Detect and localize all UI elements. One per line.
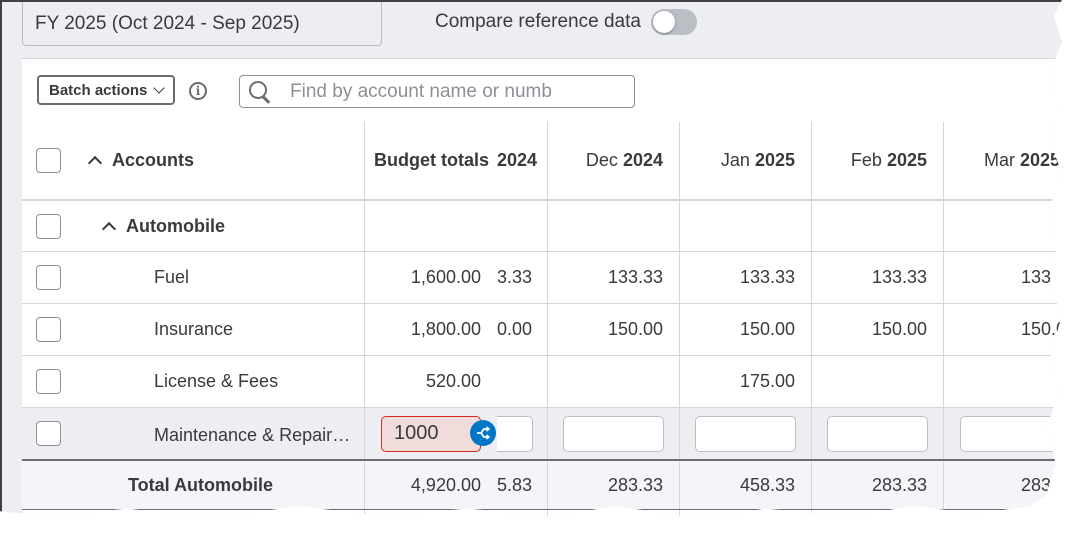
account-name: Insurance bbox=[154, 319, 234, 339]
month-cell[interactable]: 175.00 bbox=[680, 356, 812, 407]
table-row: Insurance 1,800.00 0.00 150.00 150.00 15… bbox=[22, 304, 1062, 356]
month-input-dec[interactable] bbox=[563, 415, 664, 452]
mar-2025-header: Mar 2025 bbox=[984, 150, 1061, 170]
distribute-icon[interactable] bbox=[470, 420, 496, 446]
month-cell[interactable]: 150.00 bbox=[680, 304, 812, 355]
row-checkbox[interactable] bbox=[36, 520, 61, 527]
chevron-down-icon bbox=[153, 82, 166, 94]
total-month-cell: 283.33 bbox=[812, 461, 944, 509]
budget-total-cell[interactable]: 1,800.00 bbox=[365, 304, 497, 355]
account-name: Maintenance & Repair… bbox=[154, 425, 351, 445]
table-row: License & Fees 520.00 175.00 bbox=[22, 356, 1062, 408]
fiscal-year-select[interactable]: FY 2025 (Oct 2024 - Sep 2025) bbox=[22, 2, 382, 46]
budget-total-cell[interactable]: 1,600.00 bbox=[365, 252, 497, 303]
group-toggle[interactable]: Automobile bbox=[101, 216, 225, 237]
month-input-nov[interactable] bbox=[497, 416, 533, 452]
account-name: License & Fees bbox=[154, 371, 279, 391]
month-input-jan[interactable] bbox=[695, 415, 796, 452]
month-input-feb[interactable] bbox=[827, 415, 928, 452]
total-month-cell: 458.33 bbox=[680, 461, 812, 509]
search-input[interactable] bbox=[288, 79, 622, 104]
month-cell[interactable] bbox=[812, 356, 944, 407]
month-cell[interactable]: 133.33 bbox=[944, 252, 1062, 303]
table-row-next bbox=[22, 510, 1062, 527]
total-budget-cell: 4,920.00 bbox=[410, 474, 481, 495]
month-cell[interactable]: 150.00 bbox=[944, 304, 1062, 355]
batch-actions-label: Batch actions bbox=[49, 81, 148, 99]
total-month-cell: 283.33 bbox=[548, 461, 680, 509]
month-input-mar[interactable] bbox=[960, 416, 1061, 452]
compare-reference-toggle[interactable] bbox=[650, 9, 697, 35]
compare-reference-label: Compare reference data bbox=[435, 11, 641, 32]
table-header: Accounts Budget totals 2024 Dec 2024 Jan… bbox=[22, 122, 1062, 201]
toolbar: Batch actions i bbox=[22, 59, 1062, 122]
budget-panel: Batch actions i Accounts Budget totals bbox=[22, 58, 1062, 527]
month-cell[interactable]: 0.00 bbox=[497, 304, 548, 355]
chevron-up-icon bbox=[101, 221, 117, 236]
dec-2024-header: Dec 2024 bbox=[585, 150, 663, 170]
month-cell[interactable] bbox=[497, 356, 548, 407]
total-month-cell: 283.33 bbox=[1020, 474, 1062, 495]
split-arrows-icon bbox=[477, 426, 491, 440]
month-cell[interactable]: 133.33 bbox=[548, 252, 680, 303]
batch-actions-button[interactable]: Batch actions bbox=[37, 75, 176, 105]
compare-reference-toggle-group: Compare reference data bbox=[435, 8, 697, 36]
toggle-knob bbox=[652, 11, 675, 33]
account-search bbox=[239, 75, 635, 108]
table-row-total: Total Automobile 4,920.00 5.83 283.33 45… bbox=[22, 461, 1062, 510]
account-name: Fuel bbox=[154, 267, 190, 287]
nov-2024-header: 2024 bbox=[497, 150, 538, 170]
month-cell[interactable]: 150.00 bbox=[548, 304, 680, 355]
search-icon bbox=[248, 80, 272, 104]
chevron-up-icon bbox=[87, 155, 103, 171]
accounts-column-header[interactable]: Accounts bbox=[87, 150, 194, 171]
month-cell[interactable] bbox=[944, 356, 1062, 407]
budget-total-cell[interactable]: 520.00 bbox=[365, 356, 497, 407]
month-cell[interactable]: 133.33 bbox=[680, 252, 812, 303]
info-icon[interactable]: i bbox=[189, 82, 207, 100]
budget-editor-window: FY 2025 (Oct 2024 - Sep 2025) Compare re… bbox=[0, 0, 1062, 527]
feb-2025-header: Feb 2025 bbox=[850, 150, 927, 170]
jan-2025-header: Jan 2025 bbox=[720, 150, 795, 170]
budget-totals-header: Budget totals bbox=[374, 150, 489, 170]
total-month-cell: 5.83 bbox=[497, 461, 548, 509]
month-cell[interactable] bbox=[548, 356, 680, 407]
month-cell[interactable]: 150.00 bbox=[812, 304, 944, 355]
table-row-group-automobile: Automobile bbox=[22, 201, 1062, 252]
total-label: Total Automobile bbox=[128, 474, 273, 495]
budget-total-input[interactable]: 1000 bbox=[381, 416, 481, 452]
month-cell[interactable]: 3.33 bbox=[497, 252, 548, 303]
table-row: Fuel 1,600.00 3.33 133.33 133.33 133.33 … bbox=[22, 252, 1062, 304]
month-cell[interactable]: 133.33 bbox=[812, 252, 944, 303]
table-row-editing: Maintenance & Repair… 1000 bbox=[22, 408, 1062, 461]
